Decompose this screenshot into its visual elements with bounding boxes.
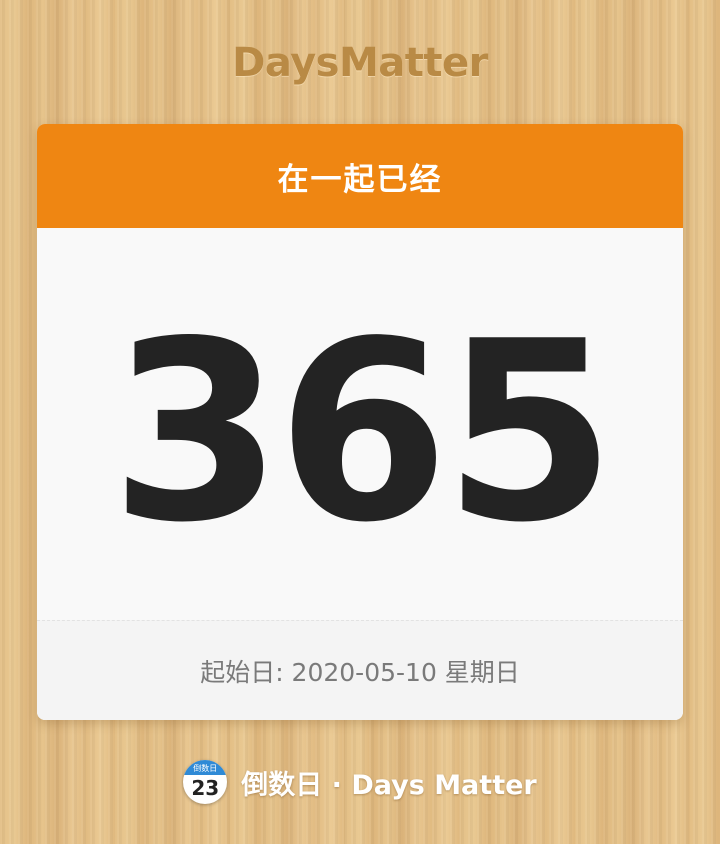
card-body: 365: [37, 228, 683, 620]
event-title: 在一起已经: [277, 161, 443, 198]
start-date: 起始日: 2020-05-10 星期日: [200, 657, 520, 687]
day-count: 365: [110, 289, 616, 577]
card-header: 在一起已经: [37, 124, 683, 228]
calendar-app-icon: 倒数日 23: [183, 760, 228, 804]
app-icon-day: 23: [191, 776, 220, 800]
days-card[interactable]: 在一起已经 365 起始日: 2020-05-10 星期日: [37, 124, 683, 720]
card-footer: 起始日: 2020-05-10 星期日: [37, 620, 683, 720]
app-icon-header: 倒数日: [183, 760, 228, 775]
brand-title: DaysMatter: [232, 40, 488, 86]
app-label: 倒数日 · Days Matter: [241, 769, 537, 801]
app-badge: 倒数日 23 倒数日 · Days Matter: [0, 760, 720, 804]
